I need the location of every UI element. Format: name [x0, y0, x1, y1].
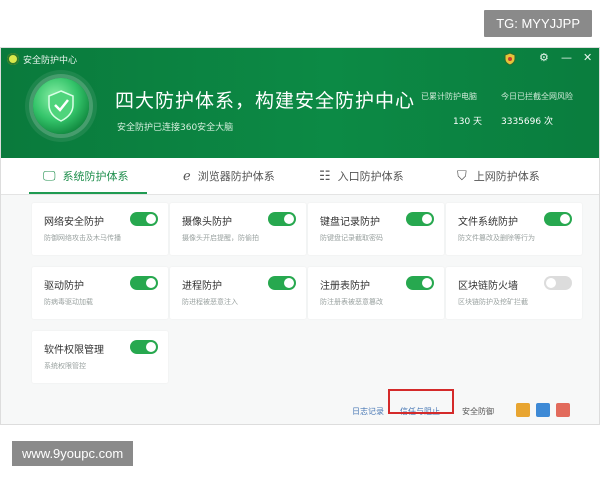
watermark-bottom: www.9youpc.com [12, 441, 134, 466]
header-slogan: 四大防护体系，构建安全防护中心 [115, 90, 416, 112]
log-records-link[interactable]: 日志记录 [352, 406, 384, 417]
tab-label: 上网防护体系 [473, 170, 540, 183]
report-icon[interactable] [556, 403, 570, 417]
card-desc: 防注册表被恶意篡改 [320, 298, 383, 306]
card-process-protection: 进程防护 防进程被恶意注入 [170, 267, 306, 319]
header-banner: 安全防护中心 ⚙ — ✕ 四大防护体系，构建安全防护中心 安全防护已连接360安… [1, 48, 599, 158]
card-camera-protection: 摄像头防护 摄像头开启提醒，防偷拍 [170, 203, 306, 255]
watermark-top: TG: MYYJJPP [484, 10, 592, 37]
toggle-switch[interactable] [406, 212, 434, 226]
card-name: 网络安全防护 [44, 217, 104, 228]
toolbox-icon[interactable] [516, 403, 530, 417]
card-name: 文件系统防护 [458, 217, 518, 228]
tab-label: 浏览器防护体系 [197, 170, 275, 183]
shield-icon: ⛉ [457, 168, 467, 184]
tab-browser-protection[interactable]: ℯ 浏览器防护体系 [183, 158, 275, 194]
security-defense-link[interactable]: 安全防御 [462, 406, 494, 417]
card-desc: 防进程被恶意注入 [182, 298, 238, 306]
card-name: 键盘记录防护 [320, 217, 380, 228]
toggle-switch[interactable] [406, 276, 434, 290]
title-bar: 安全防护中心 ⚙ — ✕ [1, 48, 599, 70]
card-name: 注册表防护 [320, 281, 370, 292]
card-name: 摄像头防护 [182, 217, 232, 228]
toggle-switch[interactable] [130, 276, 158, 290]
app-logo-icon [7, 53, 19, 65]
stat-value-blocked: 3335696 次 [501, 117, 553, 127]
card-desc: 防文件篡改及删除等行为 [458, 234, 535, 242]
tab-entry-protection[interactable]: ☷ 入口防护体系 [319, 158, 404, 194]
minimize-icon[interactable]: — [561, 52, 572, 64]
card-driver-protection: 驱动防护 防病毒驱动加载 [32, 267, 168, 319]
toggle-switch[interactable] [130, 212, 158, 226]
card-name: 驱动防护 [44, 281, 84, 292]
shield-icon[interactable] [503, 51, 517, 66]
tab-system-protection[interactable]: 🖵 系统防护体系 [43, 158, 129, 194]
card-name: 软件权限管理 [44, 345, 104, 356]
card-keylogger-protection: 键盘记录防护 防键盘记录截取密码 [308, 203, 444, 255]
card-desc: 摄像头开启提醒，防偷拍 [182, 234, 259, 242]
card-name: 区块链防火墙 [458, 281, 518, 292]
card-filesystem-protection: 文件系统防护 防文件篡改及删除等行为 [446, 203, 582, 255]
card-software-permission: 软件权限管理 系统权限管控 [32, 331, 168, 383]
monitor-icon: 🖵 [43, 168, 56, 184]
active-tab-indicator [29, 192, 147, 194]
card-desc: 防御网络攻击及木马传播 [44, 234, 121, 242]
card-registry-protection: 注册表防护 防注册表被恶意篡改 [308, 267, 444, 319]
toggle-switch[interactable] [268, 212, 296, 226]
card-desc: 系统权限管控 [44, 362, 86, 370]
header-subline: 安全防护已连接360安全大脑 [117, 123, 234, 133]
gear-icon[interactable]: ⚙ [539, 52, 549, 64]
toggle-switch[interactable] [544, 276, 572, 290]
card-desc: 区块链防护及挖矿拦截 [458, 298, 528, 306]
stat-label-blocked: 今日已拦截全网风险 [501, 92, 573, 101]
stat-label-days: 已累计防护电脑 [421, 92, 477, 101]
card-blockchain-firewall: 区块链防火墙 区块链防护及挖矿拦截 [446, 267, 582, 319]
tab-bar: 🖵 系统防护体系 ℯ 浏览器防护体系 ☷ 入口防护体系 ⛉ 上网防护体系 [1, 158, 599, 195]
toggle-switch[interactable] [130, 340, 158, 354]
card-desc: 防病毒驱动加载 [44, 298, 93, 306]
card-network-protection: 网络安全防护 防御网络攻击及木马传播 [32, 203, 168, 255]
close-icon[interactable]: ✕ [583, 52, 592, 64]
toggle-switch[interactable] [544, 212, 572, 226]
highlight-box [388, 389, 454, 414]
tab-label: 入口防护体系 [337, 170, 404, 183]
entry-icon: ☷ [319, 168, 331, 184]
settings-icon[interactable] [536, 403, 550, 417]
tab-internet-protection[interactable]: ⛉ 上网防护体系 [457, 158, 540, 194]
stat-value-days: 130 天 [453, 117, 483, 127]
browser-icon: ℯ [183, 168, 191, 184]
card-desc: 防键盘记录截取密码 [320, 234, 383, 242]
window-title: 安全防护中心 [23, 56, 78, 66]
toggle-switch[interactable] [268, 276, 296, 290]
security-shield-icon [33, 78, 89, 134]
tab-label: 系统防护体系 [62, 170, 129, 183]
card-name: 进程防护 [182, 281, 222, 292]
